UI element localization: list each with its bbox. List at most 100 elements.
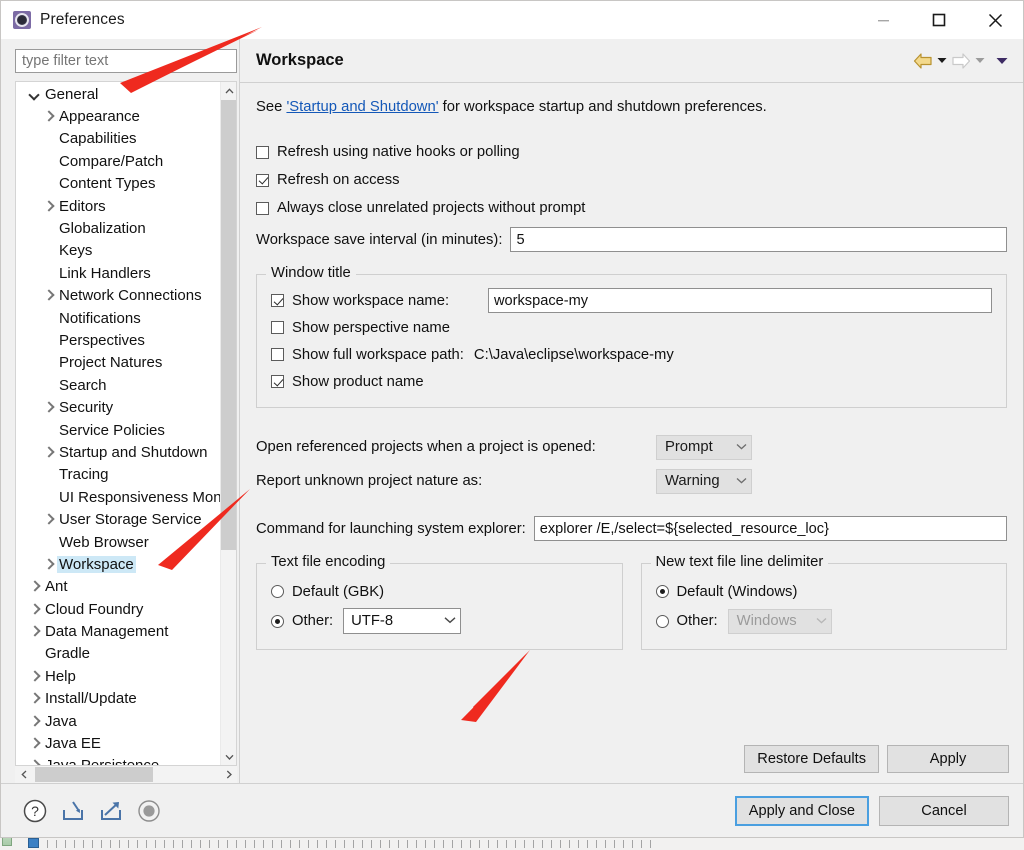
tree-hscroll-thumb[interactable] [35,767,153,782]
cancel-button[interactable]: Cancel [879,795,1009,826]
delimiter-default-label: Default (Windows) [676,583,798,600]
workspace-name-input[interactable] [488,288,992,313]
encoding-other-combo[interactable]: UTF-8 [343,608,462,634]
apply-button[interactable]: Apply [887,745,1009,773]
tree-vertical-scrollbar[interactable] [220,82,236,765]
scroll-left-icon[interactable] [15,766,32,783]
sidebar-item-service-policies[interactable]: Service Policies [16,419,220,441]
encoding-other-row[interactable]: Other: UTF-8 [271,605,608,637]
page-menu-chevron-down-icon[interactable] [995,52,1009,70]
forward-arrow-icon[interactable] [951,52,971,70]
preference-tree-nodes: General Appearance Capabilities Compare/Pat… [16,82,220,765]
sidebar-item-notifications[interactable]: Notifications [16,307,220,329]
sidebar-item-search[interactable]: Search [16,374,220,396]
help-icon[interactable]: ? [21,797,49,825]
show-full-workspace-path-row[interactable]: Show full workspace path: C:\Java\eclips… [271,341,992,368]
background-ruler [38,840,658,848]
record-icon[interactable] [135,797,163,825]
import-icon[interactable] [59,797,87,825]
sidebar-item-gradle[interactable]: Gradle [16,643,220,665]
scroll-up-icon[interactable] [221,82,236,99]
maximize-button[interactable] [911,1,967,39]
sidebar-item-label: Startup and Shutdown [59,443,208,461]
refresh-on-access-row[interactable]: Refresh on access [256,167,1007,193]
sidebar-item-compare-patch[interactable]: Compare/Patch [16,150,220,172]
back-dropdown-chevron-down-icon[interactable] [935,52,949,70]
scroll-right-icon[interactable] [220,766,237,783]
tree-horizontal-scrollbar[interactable] [15,766,237,783]
sidebar-item-content-types[interactable]: Content Types [16,173,220,195]
minimize-button[interactable] [855,1,911,39]
forward-dropdown-chevron-down-icon[interactable] [973,52,987,70]
show-perspective-name-row[interactable]: Show perspective name [271,314,992,341]
startup-and-shutdown-link[interactable]: 'Startup and Shutdown' [286,99,438,115]
sidebar-item-perspectives[interactable]: Perspectives [16,329,220,351]
sidebar-item-java-ee[interactable]: Java EE [16,732,220,754]
encoding-default-label: Default (GBK) [292,583,385,600]
sidebar-item-general[interactable]: General [16,83,220,105]
encoding-default-radio[interactable] [271,585,284,598]
back-arrow-icon[interactable] [913,52,933,70]
show-product-name-checkbox[interactable] [271,375,284,388]
sidebar-item-java-persistence[interactable]: Java Persistence [16,755,220,765]
delimiter-default-row[interactable]: Default (Windows) [655,578,993,605]
close-button[interactable] [967,1,1023,39]
refresh-native-hooks-checkbox[interactable] [256,145,269,159]
show-perspective-name-checkbox[interactable] [271,321,284,334]
open-referenced-projects-value: Prompt [665,439,713,455]
export-icon[interactable] [97,797,125,825]
delimiter-other-row[interactable]: Other: Windows [655,605,993,637]
chevron-down-icon [816,616,827,627]
open-referenced-projects-combo[interactable]: Prompt [656,434,752,460]
system-explorer-input[interactable] [533,516,1007,541]
sidebar-item-editors[interactable]: Editors [16,195,220,217]
sidebar-item-cloud-foundry[interactable]: Cloud Foundry [16,598,220,620]
show-workspace-name-checkbox[interactable] [271,294,284,307]
close-unrelated-projects-row[interactable]: Always close unrelated projects without … [256,195,1007,221]
sidebar-item-user-storage-service[interactable]: User Storage Service [16,508,220,530]
show-full-workspace-path-checkbox[interactable] [271,348,284,361]
refresh-native-hooks-row[interactable]: Refresh using native hooks or polling [256,139,1007,165]
delimiter-default-radio[interactable] [655,585,669,598]
sidebar-item-ant[interactable]: Ant [16,576,220,598]
show-product-name-row[interactable]: Show product name [271,368,992,395]
report-unknown-nature-combo[interactable]: Warning [656,468,752,494]
filter-input[interactable] [15,49,237,73]
sidebar-item-startup-and-shutdown[interactable]: Startup and Shutdown [16,441,220,463]
scroll-down-icon[interactable] [221,748,236,765]
workspace-save-interval-input[interactable] [510,227,1007,252]
restore-defaults-button[interactable]: Restore Defaults [744,745,879,773]
refresh-on-access-checkbox[interactable] [256,173,269,187]
sidebar-item-data-management[interactable]: Data Management [16,620,220,642]
hint-prefix: See [256,99,287,115]
sidebar-item-install-update[interactable]: Install/Update [16,688,220,710]
sidebar-item-project-natures[interactable]: Project Natures [16,352,220,374]
close-unrelated-projects-checkbox[interactable] [256,201,269,215]
sidebar-item-keys[interactable]: Keys [16,240,220,262]
tree-scroll-thumb[interactable] [221,100,236,550]
sidebar-item-workspace[interactable]: Workspace [16,553,220,575]
delimiter-other-combo[interactable]: Windows [727,608,832,634]
sidebar-item-label: Compare/Patch [59,152,164,170]
sidebar-item-label: User Storage Service [59,511,202,529]
encoding-default-row[interactable]: Default (GBK) [271,578,608,605]
sidebar-item-appearance[interactable]: Appearance [16,105,220,127]
sidebar-item-web-browser[interactable]: Web Browser [16,531,220,553]
sidebar-item-help[interactable]: Help [16,665,220,687]
sidebar-item-capabilities[interactable]: Capabilities [16,128,220,150]
sidebar-item-link-handlers[interactable]: Link Handlers [16,262,220,284]
sidebar-item-label: Notifications [59,309,141,327]
sidebar-item-tracing[interactable]: Tracing [16,464,220,486]
window-controls [855,1,1023,39]
sidebar-item-network-connections[interactable]: Network Connections [16,285,220,307]
chevron-right-icon [26,672,43,681]
delimiter-other-radio[interactable] [655,614,669,628]
background-taskbar-item [28,838,39,848]
sidebar-item-ui-responsiveness-monitoring[interactable]: UI Responsiveness Monitoring [16,486,220,508]
sidebar-item-security[interactable]: Security [16,396,220,418]
sidebar-item-java[interactable]: Java [16,710,220,732]
preference-tree[interactable]: General Appearance Capabilities Compare/Pat… [15,81,237,766]
sidebar-item-globalization[interactable]: Globalization [16,217,220,239]
encoding-other-radio[interactable] [271,614,284,628]
apply-and-close-button[interactable]: Apply and Close [734,795,869,826]
